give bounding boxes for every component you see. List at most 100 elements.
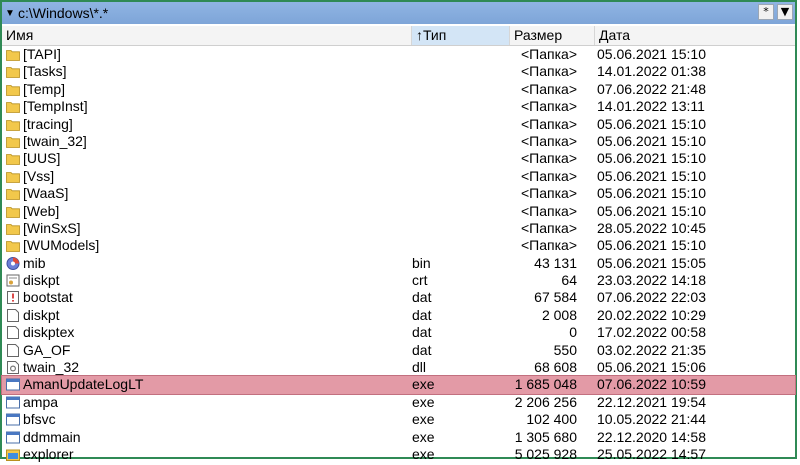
folder-icon: [6, 170, 20, 183]
file-size: 43 131: [534, 254, 577, 271]
file-date: 05.06.2021 15:06: [597, 359, 706, 376]
file-size: <Папка>: [521, 202, 577, 219]
file-name: diskptex: [23, 324, 75, 341]
file-type: exe: [412, 393, 435, 410]
file-size: 0: [569, 324, 577, 341]
file-date: 05.06.2021 15:10: [597, 167, 706, 184]
dll-icon: [6, 361, 20, 375]
file-size: <Папка>: [521, 237, 577, 254]
file-row[interactable]: bfsvc exe 102 400 10.05.2022 21:44: [2, 411, 795, 428]
dropdown-triangle-icon[interactable]: ▼: [2, 8, 18, 19]
current-path: c:\Windows\*.*: [18, 5, 109, 21]
explorer-icon: [6, 448, 20, 461]
file-size: 5 025 928: [514, 445, 577, 462]
alert-icon: [6, 291, 20, 305]
file-name: GA_OF: [23, 341, 71, 358]
file-date: 20.02.2022 10:29: [597, 306, 706, 323]
path-bar[interactable]: ▼ c:\Windows\*.* * ▼: [2, 2, 795, 24]
file-date: 05.06.2021 15:10: [597, 237, 706, 254]
file-size: 64: [561, 272, 577, 289]
file-type: bin: [412, 254, 431, 271]
file-icon: [6, 326, 20, 340]
folder-row[interactable]: [tracing] <Папка> 05.06.2021 15:10: [2, 116, 795, 133]
folder-row[interactable]: [Vss] <Папка> 05.06.2021 15:10: [2, 168, 795, 185]
file-row[interactable]: diskpt dat 2 008 20.02.2022 10:29: [2, 307, 795, 324]
file-date: 14.01.2022 13:11: [597, 98, 705, 115]
file-size: <Папка>: [521, 98, 577, 115]
folder-row[interactable]: [TAPI] <Папка> 05.06.2021 15:10: [2, 46, 795, 63]
folder-row[interactable]: [Temp] <Папка> 07.06.2022 21:48: [2, 81, 795, 98]
file-name: [TAPI]: [23, 46, 61, 62]
file-row[interactable]: ampa exe 2 206 256 22.12.2021 19:54: [2, 394, 795, 411]
file-name: AmanUpdateLogLT: [23, 376, 144, 393]
column-type-sorted[interactable]: ↑Тип: [412, 26, 510, 45]
folder-row[interactable]: [WUModels] <Папка> 05.06.2021 15:10: [2, 237, 795, 254]
file-row[interactable]: GA_OF dat 550 03.02.2022 21:35: [2, 342, 795, 359]
file-row[interactable]: mib bin 43 131 05.06.2021 15:05: [2, 255, 795, 272]
file-type: exe: [412, 411, 435, 428]
file-name: explorer: [23, 445, 74, 462]
folder-row[interactable]: [WinSxS] <Папка> 28.05.2022 10:45: [2, 220, 795, 237]
file-name: [TempInst]: [23, 98, 88, 115]
file-date: 05.06.2021 15:10: [597, 46, 706, 62]
folder-icon: [6, 118, 20, 131]
file-size: 102 400: [526, 411, 577, 428]
file-date: 05.06.2021 15:05: [597, 254, 706, 271]
file-row[interactable]: diskpt crt 64 23.03.2022 14:18: [2, 272, 795, 289]
file-row[interactable]: diskptex dat 0 17.02.2022 00:58: [2, 324, 795, 341]
file-date: 22.12.2021 19:54: [597, 393, 706, 410]
file-row[interactable]: bootstat dat 67 584 07.06.2022 22:03: [2, 289, 795, 306]
file-type: exe: [412, 428, 435, 445]
file-date: 25.05.2022 14:57: [597, 445, 706, 462]
file-name: ampa: [23, 393, 59, 410]
file-row[interactable]: ddmmain exe 1 305 680 22.12.2020 14:58: [2, 429, 795, 446]
file-size: 1 685 048: [514, 376, 577, 393]
file-row[interactable]: explorer exe 5 025 928 25.05.2022 14:57: [2, 446, 795, 463]
file-date: 03.02.2022 21:35: [597, 341, 706, 358]
selected-file-row[interactable]: AmanUpdateLogLT exe 1 685 048 07.06.2022 10…: [1, 375, 796, 395]
file-type: dat: [412, 289, 432, 306]
file-name: [Temp]: [23, 80, 66, 97]
file-date: 23.03.2022 14:18: [597, 272, 706, 289]
folder-row[interactable]: [WaaS] <Папка> 05.06.2021 15:10: [2, 185, 795, 202]
file-list: [TAPI] <Папка> 05.06.2021 15:10 [Tasks] <Пап…: [1, 46, 796, 463]
file-name: [tracing]: [23, 115, 73, 132]
folder-icon: [6, 48, 20, 61]
folder-icon: [6, 100, 20, 114]
file-name: [Web]: [23, 202, 60, 219]
folder-row[interactable]: [UUS] <Папка> 05.06.2021 15:10: [2, 150, 795, 167]
file-panel: ▼ c:\Windows\*.* * ▼ Имя ↑Тип Размер Дат…: [0, 0, 798, 462]
file-name: [WaaS]: [23, 185, 69, 202]
history-button[interactable]: ▼: [777, 4, 793, 20]
column-date[interactable]: Дата: [595, 26, 798, 45]
file-name: ddmmain: [23, 428, 81, 445]
exe-icon: [6, 431, 20, 444]
path-bar-buttons: * ▼: [758, 4, 793, 20]
file-name: bfsvc: [23, 411, 56, 428]
file-name: [Tasks]: [23, 63, 67, 80]
file-size: <Папка>: [521, 63, 577, 80]
folder-icon: [6, 135, 20, 148]
exe-icon: [6, 378, 20, 391]
file-date: 05.06.2021 15:10: [597, 115, 706, 132]
column-name[interactable]: Имя: [2, 26, 412, 45]
folder-row[interactable]: [TempInst] <Папка> 14.01.2022 13:11: [2, 98, 795, 115]
column-size[interactable]: Размер: [510, 26, 595, 45]
file-type: dat: [412, 306, 432, 323]
file-size: <Папка>: [521, 46, 577, 62]
filter-button[interactable]: *: [758, 4, 774, 20]
file-size: 550: [553, 341, 577, 358]
folder-row[interactable]: [Web] <Папка> 05.06.2021 15:10: [2, 203, 795, 220]
file-type: exe: [412, 376, 435, 393]
file-size: <Папка>: [521, 115, 577, 132]
file-date: 05.06.2021 15:10: [597, 132, 706, 149]
file-size: <Папка>: [521, 219, 577, 236]
folder-row[interactable]: [twain_32] <Папка> 05.06.2021 15:10: [2, 133, 795, 150]
folder-row[interactable]: [Tasks] <Папка> 14.01.2022 01:38: [2, 63, 795, 80]
file-row[interactable]: twain_32 dll 68 608 05.06.2021 15:06: [2, 359, 795, 376]
cert-icon: [6, 274, 20, 287]
file-size: <Папка>: [521, 132, 577, 149]
file-name: [Vss]: [23, 167, 55, 184]
file-size: <Папка>: [521, 80, 577, 97]
folder-icon: [6, 222, 20, 235]
